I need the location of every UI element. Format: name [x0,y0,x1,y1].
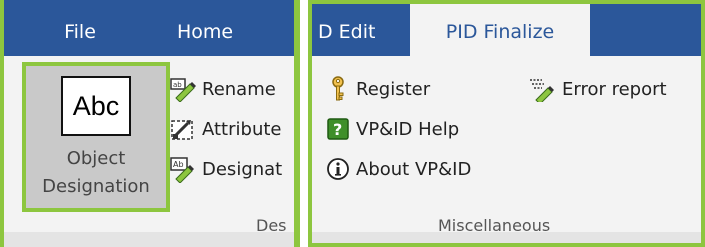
tab-home[interactable]: Home [160,0,250,56]
register-label: Register [356,78,431,100]
tab-pid-edit[interactable]: D Edit [318,0,393,56]
rename-icon: ab [170,78,196,102]
error-report-icon [530,79,554,102]
attribute-icon [171,120,193,140]
about-vpid-button[interactable]: About VP&ID [326,154,471,184]
about-vpid-label: About VP&ID [356,158,472,180]
designation-button[interactable]: Ab Designat [168,154,282,184]
abc-icon: Abc [61,76,131,136]
attribute-button[interactable]: Attribute [168,114,281,144]
design-group-label: Des [256,216,287,235]
vpid-help-button[interactable]: ? VP&ID Help [326,114,459,144]
object-designation-button[interactable]: Abc Object Designation [22,62,170,212]
svg-text:ab: ab [173,81,182,89]
ribbon-group-label-bar [0,232,705,247]
miscellaneous-group-label: Miscellaneous [438,216,551,235]
tab-file[interactable]: File [40,0,120,56]
tab-pid-finalize[interactable]: PID Finalize [410,0,590,56]
designation-icon: Ab [170,157,194,183]
object-designation-label-line1: Object [66,148,126,169]
help-icon: ? [327,118,349,140]
object-designation-label-line2: Designation [42,176,150,197]
register-button[interactable]: Register [326,74,430,104]
info-icon [327,158,349,180]
highlight-divider [294,0,300,247]
rename-label: Rename [202,78,276,100]
attribute-label: Attribute [202,118,282,140]
error-report-button[interactable]: Error report [528,74,667,104]
svg-text:?: ? [333,120,342,139]
key-icon [332,76,344,101]
vpid-help-label: VP&ID Help [356,118,460,140]
error-report-label: Error report [562,78,667,100]
ribbon-tab-bar: File Home D Edit PID Finalize [0,0,705,56]
rename-button[interactable]: ab Rename [168,74,276,104]
designation-label: Designat [202,158,283,180]
svg-text:Ab: Ab [173,160,184,169]
